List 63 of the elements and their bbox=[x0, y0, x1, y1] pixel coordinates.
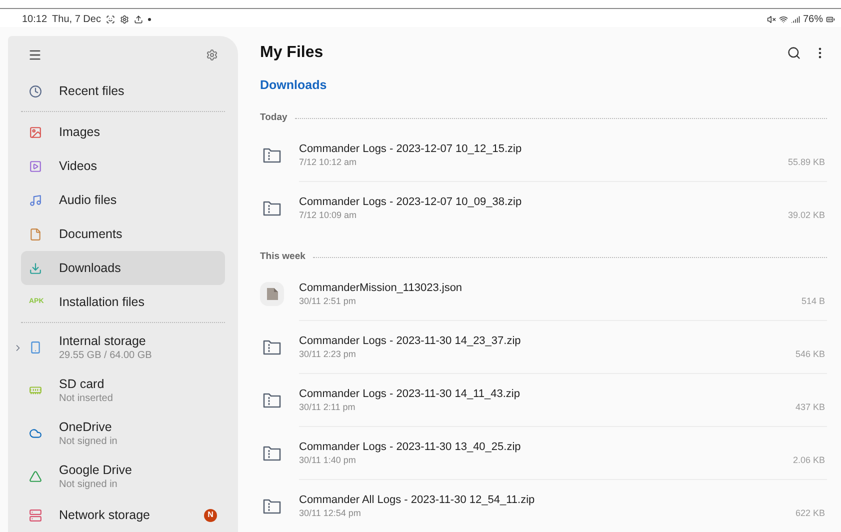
file-size: 39.02 KB bbox=[788, 208, 825, 222]
file-name: Commander All Logs - 2023-11-30 12_54_11.zip bbox=[299, 493, 536, 507]
sidebar-item-sublabel: Not signed in bbox=[59, 434, 118, 448]
sidebar-item-label: Downloads bbox=[59, 260, 122, 276]
sidebar-item[interactable]: Network storage N bbox=[21, 498, 225, 532]
file-date: 7/12 10:09 am bbox=[299, 209, 358, 221]
sidebar-item-label: OneDrive bbox=[59, 420, 113, 434]
file-row[interactable]: Commander Logs - 2023-11-30 14_23_37.zip 30/11 2:23 pm 546 KB bbox=[260, 320, 827, 373]
sidebar-item[interactable]: OneDrive Not signed in bbox=[21, 412, 225, 455]
sidebar-item-label: Documents bbox=[59, 226, 124, 242]
sidebar-item-label: Internal storage bbox=[59, 334, 147, 348]
file-date: 30/11 2:23 pm bbox=[299, 348, 357, 360]
file-row[interactable]: Commander Logs - 2023-12-07 10_12_15.zip 7/12 10:12 am 55.89 KB bbox=[260, 128, 827, 181]
file-row[interactable]: CommanderMission_113023.json 30/11 2:51 pm 514 B bbox=[260, 267, 827, 320]
sidebar-item[interactable]: Audio files bbox=[21, 183, 225, 217]
notification-badge: N bbox=[204, 508, 217, 522]
sidebar-item-label: Images bbox=[59, 124, 101, 140]
sidebar-item[interactable]: SD card Not inserted bbox=[21, 369, 225, 412]
sidebar-item-sublabel: Not signed in bbox=[59, 478, 118, 490]
sidebar-item[interactable]: Videos bbox=[21, 149, 225, 183]
sidebar-item-sublabel: Not inserted bbox=[59, 392, 114, 404]
file-row[interactable]: Commander Logs - 2023-11-30 14_11_43.zip 30/11 2:11 pm 437 KB bbox=[260, 373, 827, 426]
sidebar-item[interactable]: Recent files bbox=[21, 74, 225, 108]
file-name: Commander Logs - 2023-11-30 14_11_43.zip bbox=[299, 387, 521, 401]
status-date: Thu, 7 Dec bbox=[52, 13, 101, 27]
sidebar-item[interactable]: Google Drive Not signed in bbox=[21, 455, 225, 498]
file-date: 30/11 2:51 pm bbox=[299, 294, 357, 306]
sidebar-item[interactable]: Images bbox=[21, 115, 225, 149]
file-size: 2.06 KB bbox=[792, 454, 825, 466]
sidebar-item-label: Google Drive bbox=[59, 462, 133, 478]
file-row[interactable]: Commander Logs - 2023-12-07 10_09_38.zip 7/12 10:09 am 39.02 KB bbox=[260, 181, 827, 234]
page-title: My Files bbox=[260, 43, 324, 64]
group-header: This week bbox=[260, 250, 306, 264]
group-header: Today bbox=[260, 110, 288, 125]
sidebar-item-sublabel: 29.55 GB / 64.00 GB bbox=[59, 348, 153, 362]
file-name: Commander Logs - 2023-12-07 10_12_15.zip bbox=[299, 142, 523, 156]
sidebar-item-label: SD card bbox=[59, 376, 106, 392]
breadcrumb-link[interactable]: Downloads bbox=[260, 76, 327, 95]
file-row[interactable]: Commander Logs - 2023-11-30 13_40_25.zip 30/11 1:40 pm 2.06 KB bbox=[260, 426, 827, 479]
file-size: 622 KB bbox=[795, 506, 825, 520]
sidebar-item[interactable]: Downloads bbox=[21, 251, 225, 285]
sidebar-item-label: Videos bbox=[59, 158, 98, 174]
sidebar-item-label: Network storage bbox=[59, 508, 152, 522]
file-date: 30/11 1:40 pm bbox=[299, 454, 357, 466]
file-name: Commander Logs - 2023-11-30 13_40_25.zip bbox=[299, 440, 522, 454]
sidebar-item-label: Installation files bbox=[59, 294, 146, 310]
file-name: Commander Logs - 2023-12-07 10_09_38.zip bbox=[299, 195, 523, 209]
sidebar-item[interactable]: Internal storage 29.55 GB / 64.00 GB bbox=[21, 326, 225, 369]
file-size: 514 B bbox=[801, 294, 825, 308]
status-time: 10:12 bbox=[22, 13, 48, 27]
file-date: 30/11 12:54 pm bbox=[299, 507, 362, 519]
sidebar-item-label: Audio files bbox=[59, 192, 118, 208]
file-date: 7/12 10:12 am bbox=[299, 156, 358, 168]
file-size: 55.89 KB bbox=[788, 156, 825, 168]
file-name: CommanderMission_113023.json bbox=[299, 280, 464, 294]
file-size: 546 KB bbox=[795, 348, 825, 360]
sidebar-item[interactable]: Documents bbox=[21, 217, 225, 251]
sidebar-item-label: Recent files bbox=[59, 84, 126, 98]
file-size: 437 KB bbox=[795, 400, 825, 414]
file-row[interactable]: Commander All Logs - 2023-11-30 12_54_11.zip 30/11 12:54 pm 622 KB bbox=[260, 479, 827, 532]
battery-percent: 76% bbox=[802, 13, 823, 27]
file-date: 30/11 2:11 pm bbox=[299, 401, 356, 413]
file-name: Commander Logs - 2023-11-30 14_23_37.zip bbox=[299, 334, 522, 348]
